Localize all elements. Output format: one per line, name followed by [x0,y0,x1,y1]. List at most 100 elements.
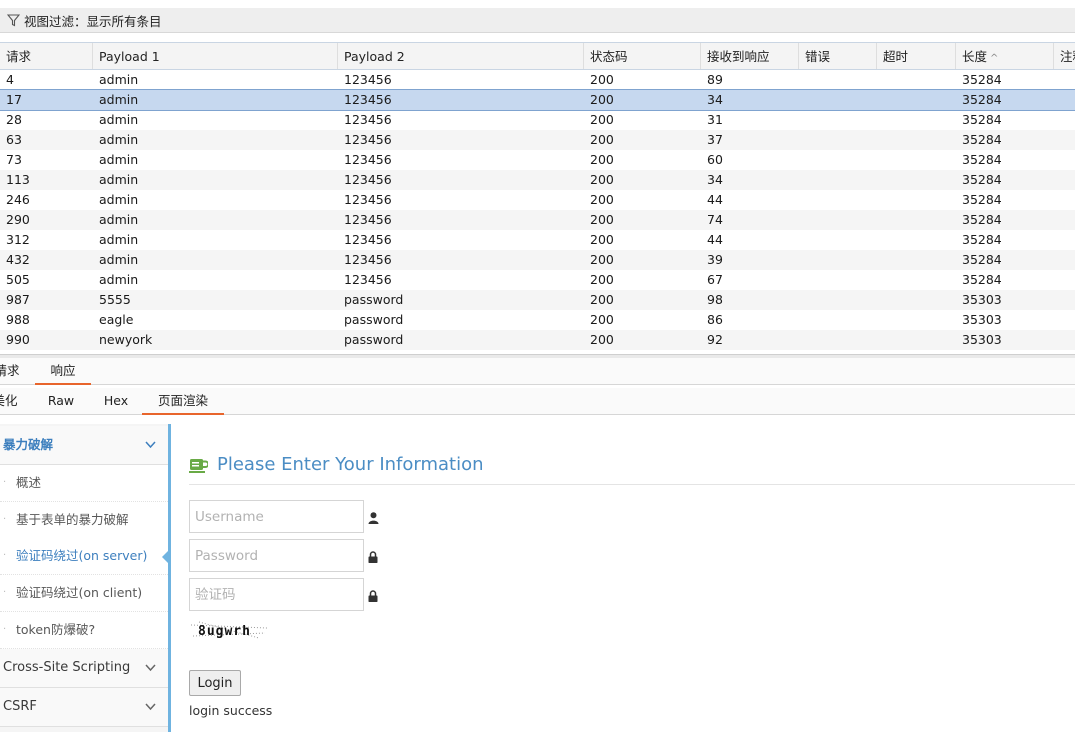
tab-render[interactable]: 页面渲染 [142,388,224,415]
table-cell [877,250,956,270]
table-cell: 246 [6,192,30,207]
table-row[interactable]: 73 admin 123456 200 60 35284 [0,150,1075,170]
sidebar-item-captcha-client[interactable]: · 验证码绕过(on client) [0,575,168,612]
column-header-comment[interactable]: 注释 [1054,43,1075,69]
title-divider [189,484,1075,485]
table-cell: 505 [6,272,30,287]
username-input[interactable] [190,501,365,532]
captcha-image[interactable]: 8ugwrh [189,619,269,641]
table-header: 请求 Payload 1 Payload 2 状态码 接收到响应 错误 超时 长… [0,42,1075,70]
table-cell: admin [99,92,139,107]
table-cell: 31 [707,112,723,127]
sidebar-group-xss[interactable]: Cross-Site Scripting [0,649,168,688]
table-cell [877,270,956,290]
table-cell: 17 [6,92,22,107]
tab-response[interactable]: 响应 [35,358,91,385]
request-response-tabs: 请求 响应 [0,358,1075,385]
table-cell: 988 [6,312,30,327]
table-cell [877,290,956,310]
table-cell: 60 [707,152,723,167]
chevron-down-icon [145,688,156,732]
table-row[interactable]: 63 admin 123456 200 37 35284 [0,130,1075,150]
login-status-message: login success [189,703,273,718]
table-cell: 200 [590,172,614,187]
column-header-error[interactable]: 错误 [799,43,877,69]
tab-hex[interactable]: Hex [96,388,136,414]
table-cell: admin [99,192,139,207]
password-input[interactable] [190,540,365,571]
table-cell: 39 [707,252,723,267]
table-cell: 4 [6,72,14,87]
column-header-timeout[interactable]: 超时 [877,43,956,69]
column-header-payload1[interactable]: Payload 1 [93,43,338,69]
table-row[interactable]: 988 eagle password 200 86 35303 [0,310,1075,330]
password-field[interactable] [189,539,365,572]
table-row[interactable]: 505 admin 123456 200 67 35284 [0,270,1075,290]
table-row[interactable]: 17 admin 123456 200 34 35284 [0,89,1075,111]
table-cell: 312 [6,232,30,247]
lock-icon [368,590,378,602]
view-filter-bar[interactable]: 视图过滤：显示所有条目 [0,8,1075,33]
captcha-field[interactable] [189,578,365,611]
username-field[interactable] [189,500,365,533]
table-cell: 123456 [344,252,392,267]
table-cell [877,310,956,330]
table-cell [799,250,877,270]
table-row[interactable]: 290 admin 123456 200 74 35284 [0,210,1075,230]
table-cell: 98 [707,292,723,307]
table-cell: 35284 [962,132,1002,147]
table-cell: 35284 [962,72,1002,87]
column-header-status[interactable]: 状态码 [584,43,701,69]
table-row[interactable]: 312 admin 123456 200 44 35284 [0,230,1075,250]
sidebar-item-captcha-server[interactable]: · 验证码绕过(on server) [0,538,171,575]
table-cell: password [344,312,404,327]
table-cell: admin [99,172,139,187]
table-row[interactable]: 987 5555 password 200 98 35303 [0,290,1075,310]
table-cell: 35284 [962,112,1002,127]
sidebar-item-token[interactable]: · token防爆破? [0,612,168,649]
tab-pretty[interactable]: 美化 [0,388,20,414]
table-cell [799,130,877,150]
table-cell [799,330,877,350]
table-cell [877,110,956,130]
table-cell [799,190,877,210]
table-cell: 35284 [962,152,1002,167]
sidebar-group-brute-force[interactable]: 暴力破解 [0,426,168,465]
table-cell: 123456 [344,132,392,147]
table-row[interactable]: 4 admin 123456 200 89 35284 [0,70,1075,90]
table-row[interactable]: 246 admin 123456 200 44 35284 [0,190,1075,210]
sidebar-item-form-brute-force[interactable]: · 基于表单的暴力破解 [0,502,168,539]
table-cell: 290 [6,212,30,227]
login-button[interactable]: Login [189,670,241,696]
column-header-request[interactable]: 请求 [0,43,93,69]
table-row[interactable]: 432 admin 123456 200 39 35284 [0,250,1075,270]
table-cell [799,210,877,230]
column-header-response-received[interactable]: 接收到响应 [701,43,799,69]
captcha-input[interactable] [190,579,365,610]
table-cell [799,230,877,250]
sidebar-group-csrf[interactable]: CSRF [0,688,168,727]
table-cell: 123456 [344,172,392,187]
tab-raw[interactable]: Raw [40,388,82,414]
table-cell: 35303 [962,292,1002,307]
column-header-length[interactable]: 长度 ^ [956,43,1054,69]
table-cell: 35284 [962,172,1002,187]
table-cell: admin [99,232,139,247]
table-cell: admin [99,212,139,227]
column-header-payload2[interactable]: Payload 2 [338,43,584,69]
table-cell: 74 [707,212,723,227]
table-cell: password [344,332,404,347]
bullet-icon: · [3,514,7,525]
page-title: Please Enter Your Information [189,454,484,475]
table-cell: 432 [6,252,30,267]
table-row[interactable]: 113 admin 123456 200 34 35284 [0,170,1075,190]
table-row[interactable]: 990 newyork password 200 92 35303 [0,330,1075,350]
tab-request[interactable]: 请求 [0,358,22,384]
table-cell [799,150,877,170]
table-cell: 35284 [962,252,1002,267]
table-cell [799,310,877,330]
table-row[interactable]: 28 admin 123456 200 31 35284 [0,110,1075,130]
table-cell [877,190,956,210]
table-cell: 200 [590,92,614,107]
sidebar-item-overview[interactable]: · 概述 [0,465,168,502]
